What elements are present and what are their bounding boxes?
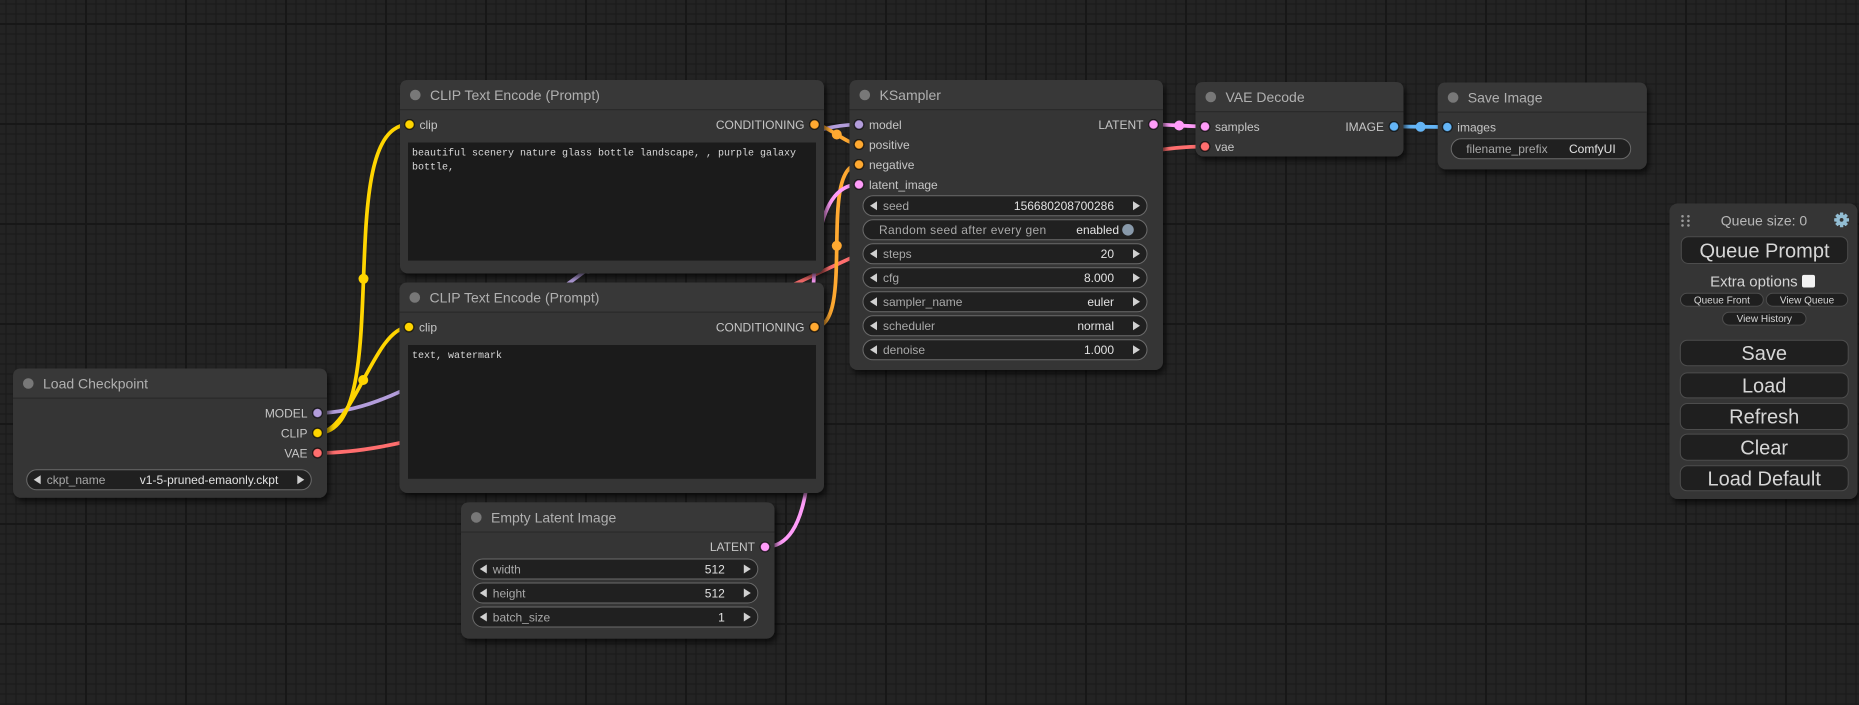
svg-text:enabled: enabled xyxy=(1076,223,1119,237)
svg-text:sampler_name: sampler_name xyxy=(883,295,963,309)
svg-text:vae: vae xyxy=(1215,140,1235,154)
svg-text:Empty Latent Image: Empty Latent Image xyxy=(491,509,617,525)
svg-text:Save Image: Save Image xyxy=(1468,90,1543,106)
svg-text:View Queue: View Queue xyxy=(1780,295,1835,306)
svg-text:Save: Save xyxy=(1741,343,1787,365)
svg-text:KSampler: KSampler xyxy=(880,87,942,103)
svg-text:v1-5-pruned-emaonly.ckpt: v1-5-pruned-emaonly.ckpt xyxy=(140,473,279,487)
svg-text:1: 1 xyxy=(718,610,725,624)
svg-text:width: width xyxy=(492,562,521,576)
svg-text:negative: negative xyxy=(869,158,915,172)
svg-text:1.000: 1.000 xyxy=(1084,343,1114,357)
svg-text:CLIP Text Encode (Prompt): CLIP Text Encode (Prompt) xyxy=(430,87,600,103)
svg-text:View History: View History xyxy=(1737,314,1792,325)
svg-text:ckpt_name: ckpt_name xyxy=(47,473,106,487)
svg-text:samples: samples xyxy=(1215,120,1260,134)
svg-text:text, watermark: text, watermark xyxy=(412,350,502,362)
svg-text:8.000: 8.000 xyxy=(1084,271,1114,285)
svg-text:positive: positive xyxy=(869,138,910,152)
svg-text:latent_image: latent_image xyxy=(869,178,938,192)
svg-text:Clear: Clear xyxy=(1740,437,1788,459)
svg-text:VAE Decode: VAE Decode xyxy=(1226,89,1305,105)
svg-text:Refresh: Refresh xyxy=(1729,407,1799,429)
svg-text:156680208700286: 156680208700286 xyxy=(1014,199,1114,213)
svg-text:CLIP Text Encode (Prompt): CLIP Text Encode (Prompt) xyxy=(430,290,600,306)
svg-text:LATENT: LATENT xyxy=(1098,118,1144,132)
svg-text:model: model xyxy=(869,118,902,132)
svg-text:Load: Load xyxy=(1742,376,1787,398)
svg-text:euler: euler xyxy=(1087,295,1114,309)
svg-text:Queue Front: Queue Front xyxy=(1694,295,1750,306)
svg-text:steps: steps xyxy=(883,247,912,261)
svg-text:Random seed after every gen: Random seed after every gen xyxy=(879,223,1047,237)
svg-text:512: 512 xyxy=(705,586,725,600)
svg-text:CONDITIONING: CONDITIONING xyxy=(716,118,805,132)
svg-text:beautiful scenery nature glass: beautiful scenery nature glass bottle la… xyxy=(412,148,796,160)
svg-text:IMAGE: IMAGE xyxy=(1345,120,1384,134)
svg-text:ComfyUI: ComfyUI xyxy=(1569,142,1616,156)
svg-text:CONDITIONING: CONDITIONING xyxy=(716,320,805,334)
svg-text:Extra options: Extra options xyxy=(1710,273,1798,290)
svg-text:LATENT: LATENT xyxy=(710,540,756,554)
svg-text:cfg: cfg xyxy=(883,271,899,285)
svg-text:denoise: denoise xyxy=(883,343,925,357)
svg-text:filename_prefix: filename_prefix xyxy=(1466,142,1547,156)
svg-text:CLIP: CLIP xyxy=(281,426,308,440)
svg-text:seed: seed xyxy=(883,199,909,213)
svg-text:Queue Prompt: Queue Prompt xyxy=(1699,240,1830,262)
svg-text:512: 512 xyxy=(705,562,725,576)
svg-text:Load Checkpoint: Load Checkpoint xyxy=(43,376,148,392)
svg-text:MODEL: MODEL xyxy=(265,406,308,420)
svg-text:Load Default: Load Default xyxy=(1707,469,1821,491)
svg-text:scheduler: scheduler xyxy=(883,319,935,333)
svg-text:clip: clip xyxy=(419,320,437,334)
svg-text:clip: clip xyxy=(420,118,438,132)
svg-text:normal: normal xyxy=(1077,319,1114,333)
svg-text:height: height xyxy=(493,586,526,600)
svg-text:batch_size: batch_size xyxy=(493,610,551,624)
svg-text:VAE: VAE xyxy=(284,446,307,460)
svg-text:Queue size: 0: Queue size: 0 xyxy=(1721,213,1808,229)
svg-text:bottle,: bottle, xyxy=(412,162,454,174)
svg-text:20: 20 xyxy=(1101,247,1115,261)
svg-text:images: images xyxy=(1457,120,1496,134)
